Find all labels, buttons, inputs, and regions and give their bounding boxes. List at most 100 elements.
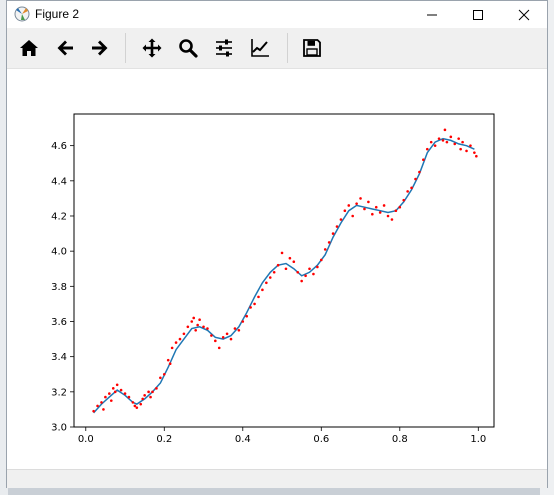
- data-point: [449, 135, 453, 139]
- data-point: [192, 316, 196, 320]
- x-tick-label: 0.6: [313, 434, 329, 445]
- data-point: [135, 406, 139, 409]
- matplotlib-app-icon: [14, 6, 30, 22]
- home-button[interactable]: [15, 34, 43, 62]
- arrow-right-icon: [92, 40, 108, 56]
- y-tick-label: 3.8: [51, 282, 67, 293]
- data-point: [386, 214, 390, 218]
- toolbar-separator: [125, 33, 126, 63]
- y-tick-label: 3.4: [51, 352, 67, 363]
- data-point: [166, 358, 170, 362]
- forward-button[interactable]: [86, 34, 114, 62]
- data-point: [319, 258, 323, 262]
- arrow-left-icon: [57, 40, 73, 56]
- data-point: [92, 409, 95, 413]
- x-tick-label: 0.4: [235, 434, 251, 445]
- data-point: [398, 205, 402, 209]
- maximize-button[interactable]: [455, 1, 501, 28]
- data-point: [339, 218, 343, 221]
- data-point: [214, 339, 217, 343]
- data-point: [422, 158, 425, 162]
- data-point: [343, 209, 347, 213]
- close-icon: [518, 9, 530, 20]
- data-point: [245, 314, 249, 318]
- status-bar: [7, 469, 547, 488]
- data-point: [351, 214, 354, 218]
- data-point: [378, 211, 382, 214]
- data-point: [96, 404, 99, 408]
- data-point: [143, 394, 146, 397]
- data-point: [445, 140, 449, 144]
- edit-axis-button[interactable]: [246, 34, 274, 62]
- data-point: [296, 270, 300, 274]
- data-point: [168, 362, 172, 365]
- minimize-icon: [427, 14, 437, 15]
- data-point: [221, 336, 225, 339]
- data-point: [418, 170, 421, 174]
- data-point: [178, 337, 182, 341]
- data-point: [335, 225, 339, 228]
- data-point: [331, 232, 335, 235]
- data-point: [371, 212, 374, 216]
- data-point: [249, 306, 252, 309]
- configure-subplots-button[interactable]: [210, 34, 238, 62]
- data-point: [141, 397, 144, 401]
- data-point: [382, 204, 386, 207]
- data-point: [312, 272, 315, 276]
- figure-canvas[interactable]: 0.0 0.2 0.4 0.6 0.8 1.0 3.0 3.2 3.4 3.6 3.8 4.0 4.2 4…: [7, 69, 547, 467]
- y-tick-label: 4.6: [51, 141, 67, 152]
- close-button[interactable]: [501, 1, 547, 28]
- data-point: [265, 281, 268, 285]
- data-point: [194, 328, 197, 332]
- data-point: [406, 190, 409, 193]
- data-point: [394, 209, 398, 213]
- data-point: [241, 320, 245, 323]
- y-tick-label: 3.6: [51, 317, 67, 328]
- navigation-toolbar: [7, 28, 547, 69]
- figure-window: Figure 2 0.0 0.2 0.4 0.6 0.8 1.0 3.0 3.2…: [6, 0, 548, 488]
- data-point: [473, 151, 476, 154]
- data-point: [100, 401, 103, 404]
- data-point: [233, 327, 237, 330]
- data-point: [316, 265, 319, 269]
- data-point: [198, 318, 201, 322]
- data-point: [229, 337, 233, 341]
- toolbar-separator: [287, 33, 288, 63]
- chart-svg[interactable]: 0.0 0.2 0.4 0.6 0.8 1.0 3.0 3.2 3.4 3.6 3.8 4.0 4.2 4…: [7, 69, 547, 467]
- data-point: [347, 204, 351, 207]
- magnifier-icon: [179, 39, 198, 58]
- back-button[interactable]: [51, 34, 79, 62]
- data-point: [111, 387, 115, 390]
- data-point: [202, 325, 205, 329]
- data-point: [119, 388, 123, 392]
- data-point: [437, 137, 441, 140]
- data-point: [104, 395, 107, 399]
- line-chart-icon: [251, 39, 269, 57]
- data-point: [159, 376, 162, 380]
- data-point: [457, 137, 460, 140]
- data-point: [453, 142, 457, 146]
- data-point: [155, 387, 158, 390]
- data-point: [133, 404, 137, 408]
- data-point: [300, 279, 303, 283]
- data-point: [139, 402, 143, 406]
- data-point: [237, 328, 241, 332]
- data-point: [102, 408, 105, 411]
- data-point: [359, 197, 362, 200]
- y-tick-label: 4.4: [51, 176, 67, 187]
- pan-button[interactable]: [138, 34, 166, 62]
- minimize-button[interactable]: [409, 1, 455, 28]
- zoom-button[interactable]: [174, 34, 202, 62]
- data-point: [123, 392, 127, 395]
- data-point: [113, 390, 117, 394]
- save-button[interactable]: [298, 34, 326, 62]
- title-bar[interactable]: Figure 2: [7, 1, 547, 28]
- data-point: [115, 383, 119, 387]
- home-icon: [20, 40, 38, 56]
- data-point: [323, 248, 327, 251]
- x-tick-label: 0.0: [78, 434, 94, 445]
- data-point: [182, 332, 186, 336]
- data-point: [131, 401, 135, 404]
- data-point: [410, 186, 413, 190]
- data-point: [147, 390, 150, 394]
